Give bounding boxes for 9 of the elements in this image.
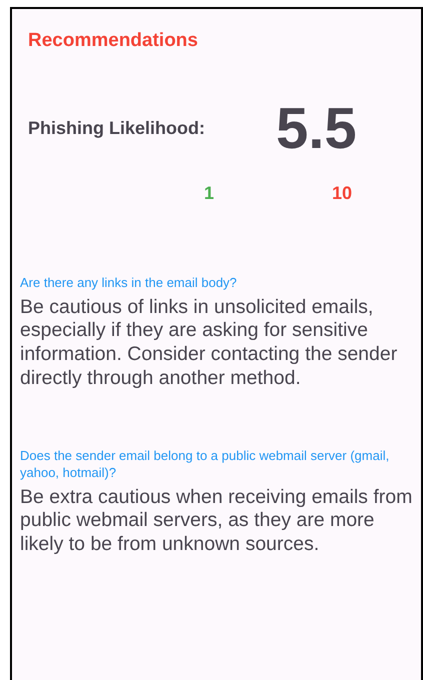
screen-title: Recommendations <box>27 29 199 53</box>
advice-text: Be extra cautious when receiving emails from public webmail servers, as they are more likely to be from unknown sources. <box>20 486 414 557</box>
question-text: Are there any links in the email body? <box>20 274 238 292</box>
advice-text: Be cautious of links in unsolicited emails, especially if they are asking for sensitive information. Consider contacting the sender directly through another method. <box>20 296 398 391</box>
score-value: 5.5 <box>276 100 357 158</box>
scale-max-label: 10 <box>332 182 352 205</box>
score-label: Phishing Likelihood: <box>28 117 206 140</box>
scale-min-label: 1 <box>204 182 214 205</box>
question-text: Does the sender email belong to a public webmail server (gmail, yahoo, hotmail)? <box>20 448 390 482</box>
